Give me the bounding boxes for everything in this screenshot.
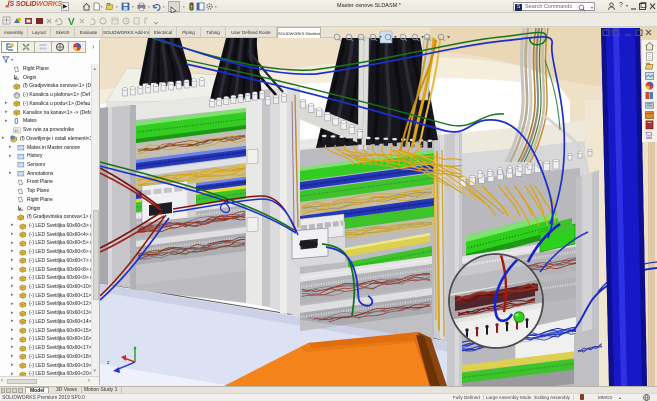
svg-text:V: V: [68, 17, 75, 27]
svg-text:10: 10: [14, 129, 18, 133]
